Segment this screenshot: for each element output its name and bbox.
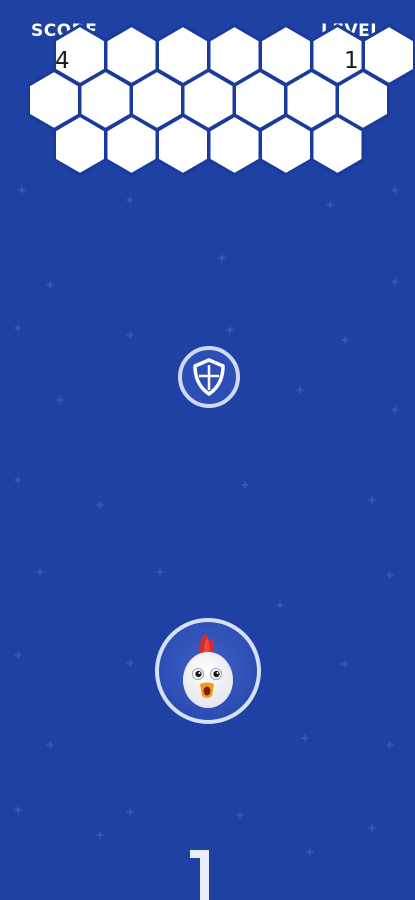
sparkle-star — [235, 810, 245, 820]
sparkle-star — [13, 650, 23, 660]
hex-cell — [310, 113, 365, 177]
sparkle-star — [125, 330, 135, 340]
sparkle-star — [125, 658, 135, 668]
shield-powerup[interactable] — [177, 345, 241, 409]
hex-cell — [259, 113, 313, 177]
hex-cell — [207, 113, 262, 177]
sparkle-star — [340, 335, 350, 345]
sparkle-star — [275, 600, 285, 610]
sparkle-star — [217, 253, 227, 263]
sparkle-star — [13, 805, 23, 815]
sparkle-star — [45, 740, 55, 750]
score-value: 4 — [55, 48, 70, 74]
sparkle-star — [13, 323, 23, 333]
hex-cell — [104, 113, 159, 177]
sparkle-star — [225, 325, 235, 335]
sparkle-star — [240, 480, 250, 490]
hex-cell — [53, 113, 107, 177]
sparkle-star — [55, 395, 65, 405]
sparkle-star — [45, 280, 55, 290]
sparkle-star — [385, 740, 395, 750]
sparkle-star — [367, 823, 377, 833]
sparkle-star — [95, 830, 105, 840]
game-screen[interactable]: SCORE LEVEL 4 1 — [0, 0, 415, 900]
sparkle-star — [340, 659, 350, 669]
sparkle-star — [390, 405, 400, 415]
hex-cell — [156, 113, 210, 177]
sparkle-star — [35, 567, 45, 577]
sparkle-star — [325, 200, 335, 210]
sparkle-star — [13, 475, 23, 485]
sparkle-star — [95, 500, 105, 510]
sparkle-star — [155, 567, 165, 577]
level-value: 1 — [344, 48, 359, 74]
hex-grid — [27, 23, 415, 177]
sparkle-star — [295, 385, 305, 395]
sparkle-star — [125, 807, 135, 817]
player-chicken-bubble[interactable] — [153, 616, 263, 726]
shot-counter — [190, 850, 209, 900]
sparkle-star — [385, 570, 395, 580]
sparkle-star — [305, 847, 315, 857]
sparkle-star — [390, 277, 400, 287]
sparkle-star — [367, 495, 377, 505]
sparkle-star — [300, 733, 310, 743]
